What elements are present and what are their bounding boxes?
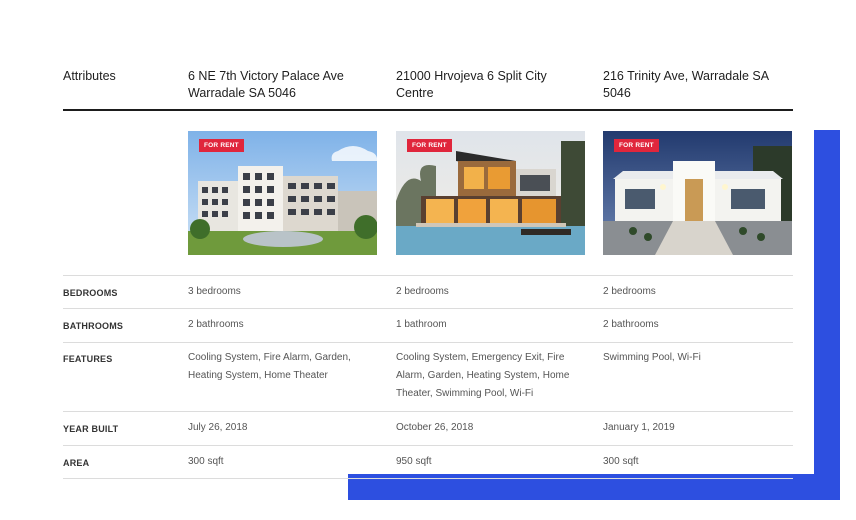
property-1-image[interactable]: FOR RENT — [188, 131, 377, 255]
property-3-bedrooms: 2 bedrooms — [603, 286, 656, 297]
property-3-address[interactable]: 216 Trinity Ave, Warradale SA 5046 — [603, 68, 793, 102]
comparison-card: Attributes 6 NE 7th Victory Palace Ave W… — [0, 0, 814, 479]
property-1-area: 300 sqft — [188, 456, 224, 467]
property-2-features: Cooling System, Emergency Exit, Fire Ala… — [396, 352, 570, 399]
bathrooms-row: BATHROOMS 2 bathrooms 1 bathroom 2 bathr… — [63, 309, 793, 343]
table-header: Attributes 6 NE 7th Victory Palace Ave W… — [63, 62, 793, 111]
property-2-area: 950 sqft — [396, 456, 432, 467]
bedrooms-label: BEDROOMS — [63, 288, 118, 298]
property-3-features: Swimming Pool, Wi-Fi — [603, 352, 701, 363]
property-1-year-built: July 26, 2018 — [188, 422, 248, 433]
bathrooms-label: BATHROOMS — [63, 321, 124, 331]
property-3-year-built: January 1, 2019 — [603, 422, 675, 433]
images-row: FOR RENT FOR RENT FOR RENT — [63, 111, 793, 276]
features-label: FEATURES — [63, 354, 113, 364]
property-2-address[interactable]: 21000 Hrvojeva 6 Split City Centre — [396, 68, 581, 102]
property-1-bedrooms: 3 bedrooms — [188, 286, 241, 297]
property-2-image[interactable]: FOR RENT — [396, 131, 585, 255]
property-2-bathrooms: 1 bathroom — [396, 319, 447, 330]
bedrooms-row: BEDROOMS 3 bedrooms 2 bedrooms 2 bedroom… — [63, 276, 793, 309]
features-row: FEATURES Cooling System, Fire Alarm, Gar… — [63, 343, 793, 412]
property-2-bedrooms: 2 bedrooms — [396, 286, 449, 297]
for-rent-badge: FOR RENT — [614, 139, 659, 152]
property-3-image[interactable]: FOR RENT — [603, 131, 792, 255]
attributes-header: Attributes — [63, 69, 116, 83]
property-1-features: Cooling System, Fire Alarm, Garden, Heat… — [188, 352, 351, 381]
property-3-bathrooms: 2 bathrooms — [603, 319, 659, 330]
property-2-year-built: October 26, 2018 — [396, 422, 474, 433]
for-rent-badge: FOR RENT — [199, 139, 244, 152]
area-label: AREA — [63, 458, 90, 468]
year-built-row: YEAR BUILT July 26, 2018 October 26, 201… — [63, 412, 793, 446]
area-row: AREA 300 sqft 950 sqft 300 sqft — [63, 446, 793, 479]
year-built-label: YEAR BUILT — [63, 424, 119, 434]
comparison-table: Attributes 6 NE 7th Victory Palace Ave W… — [63, 62, 793, 479]
property-1-address[interactable]: 6 NE 7th Victory Palace Ave Warradale SA… — [188, 68, 373, 102]
for-rent-badge: FOR RENT — [407, 139, 452, 152]
property-1-bathrooms: 2 bathrooms — [188, 319, 244, 330]
property-3-area: 300 sqft — [603, 456, 639, 467]
